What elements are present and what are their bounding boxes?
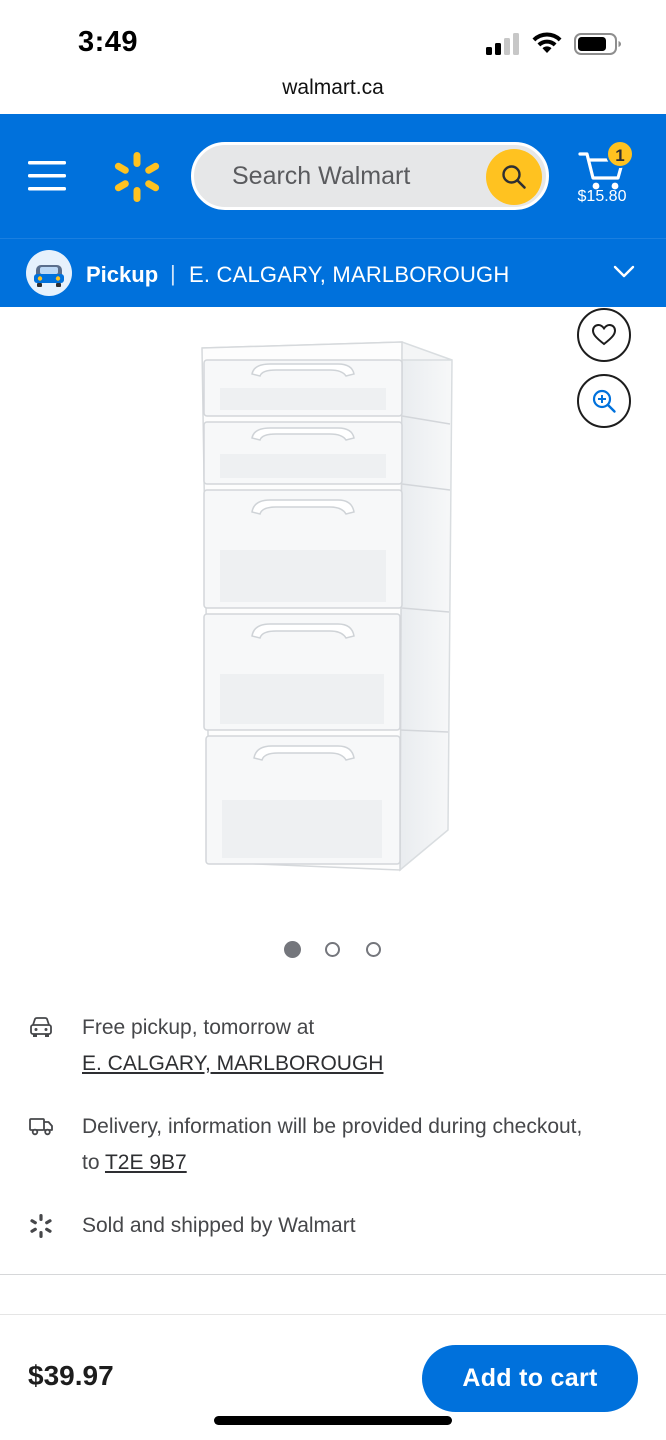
add-to-favorites-button[interactable] [577,308,631,362]
walmart-spark-logo-icon[interactable] [110,150,164,204]
pickup-info-label: Free pickup, tomorrow at [82,1016,315,1039]
search-icon [502,165,526,189]
signal-icon [486,33,519,55]
pickup-store-link[interactable]: E. CALGARY, MARLBOROUGH [82,1052,383,1075]
car-avatar-icon [26,250,72,296]
bottom-bar-divider [0,1314,666,1315]
search-button[interactable] [486,149,542,205]
image-carousel-dots [282,941,392,959]
pickup-location-bar[interactable]: Pickup | E. CALGARY, MARLBOROUGH [0,238,666,307]
battery-icon [574,33,621,55]
pickup-mode-label: Pickup [86,262,159,287]
zoom-image-button[interactable] [577,374,631,428]
wifi-icon [532,32,562,53]
carousel-dot-1[interactable] [284,941,301,958]
chevron-down-icon[interactable] [613,265,635,279]
postal-code-link[interactable]: T2E 9B7 [105,1151,187,1174]
status-bar: 3:49 [0,0,666,70]
cart-count-badge: 1 [606,140,634,168]
delivery-info-text: Delivery, information will be provided d… [82,1109,602,1181]
site-header [0,114,666,238]
carousel-dot-2[interactable] [325,942,340,957]
cart-total: $15.80 [577,188,627,205]
search-bar [191,142,549,210]
search-input[interactable] [232,145,482,207]
car-icon [30,1017,52,1037]
heart-icon [591,323,617,346]
pickup-info-text: Free pickup, tomorrow at E. CALGARY, MAR… [82,1010,602,1082]
hamburger-menu-icon[interactable] [28,158,68,194]
spark-icon [30,1214,52,1238]
url-bar[interactable]: walmart.ca [0,76,666,100]
product-price: $39.97 [28,1360,114,1391]
home-indicator[interactable] [214,1416,452,1425]
add-to-cart-button[interactable]: Add to cart [422,1345,638,1412]
section-divider [0,1274,666,1275]
pickup-separator: | [170,261,176,286]
seller-info-text: Sold and shipped by Walmart [82,1214,356,1237]
carousel-dot-3[interactable] [366,942,381,957]
status-time: 3:49 [78,26,139,58]
truck-icon [29,1118,53,1136]
zoom-in-icon [592,389,616,413]
pickup-store-name: E. CALGARY, MARLBOROUGH [189,262,510,287]
product-image[interactable] [190,330,470,886]
